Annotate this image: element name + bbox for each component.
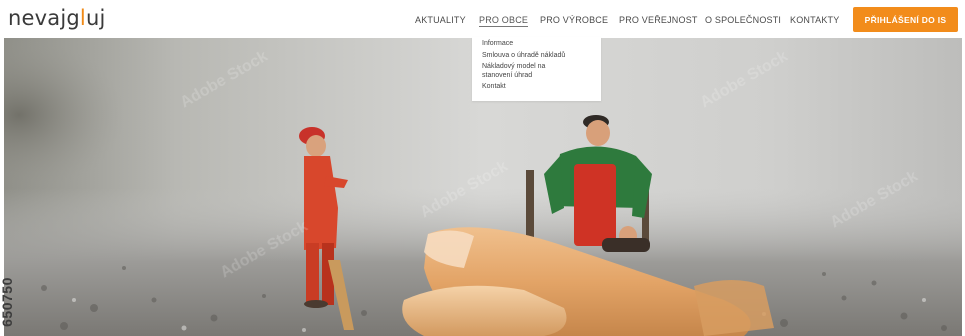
dropdown-item-nakladovy-model[interactable]: Nákladový model na bbox=[482, 63, 601, 72]
site-header: nevajgluj AKTUALITY PRO OBCE PRO VÝROBCE… bbox=[0, 0, 965, 38]
dropdown-item-kontakt[interactable]: Kontakt bbox=[482, 83, 601, 92]
pro-obce-dropdown: Informace Smlouva o úhradě nákladů Nákla… bbox=[472, 37, 601, 101]
logo-text-start: nevajg bbox=[8, 6, 80, 30]
login-button[interactable]: PŘIHLÁŠENÍ DO IS bbox=[853, 7, 958, 32]
stock-id: 650750 bbox=[0, 268, 26, 334]
site-logo[interactable]: nevajgluj bbox=[8, 6, 105, 30]
logo-text-end: uj bbox=[85, 6, 106, 30]
nav-item-pro-verejnost[interactable]: PRO VEŘEJNOST bbox=[619, 15, 698, 25]
nav-item-aktuality[interactable]: AKTUALITY bbox=[415, 15, 466, 25]
dropdown-item-informace[interactable]: Informace bbox=[482, 40, 601, 49]
nav-item-pro-obce[interactable]: PRO OBCE bbox=[479, 15, 529, 27]
nav-item-kontakty[interactable]: KONTAKTY bbox=[790, 15, 839, 25]
nav-item-pro-vyrobce[interactable]: PRO VÝROBCE bbox=[540, 15, 608, 25]
dropdown-item-nakladovy-model-line2[interactable]: stanovení úhrad bbox=[482, 72, 601, 81]
nav-item-o-spolecnosti[interactable]: O SPOLEČNOSTI bbox=[705, 15, 781, 25]
dropdown-item-smlouva[interactable]: Smlouva o úhradě nákladů bbox=[482, 52, 601, 61]
stock-id-text: 650750 bbox=[0, 277, 15, 327]
